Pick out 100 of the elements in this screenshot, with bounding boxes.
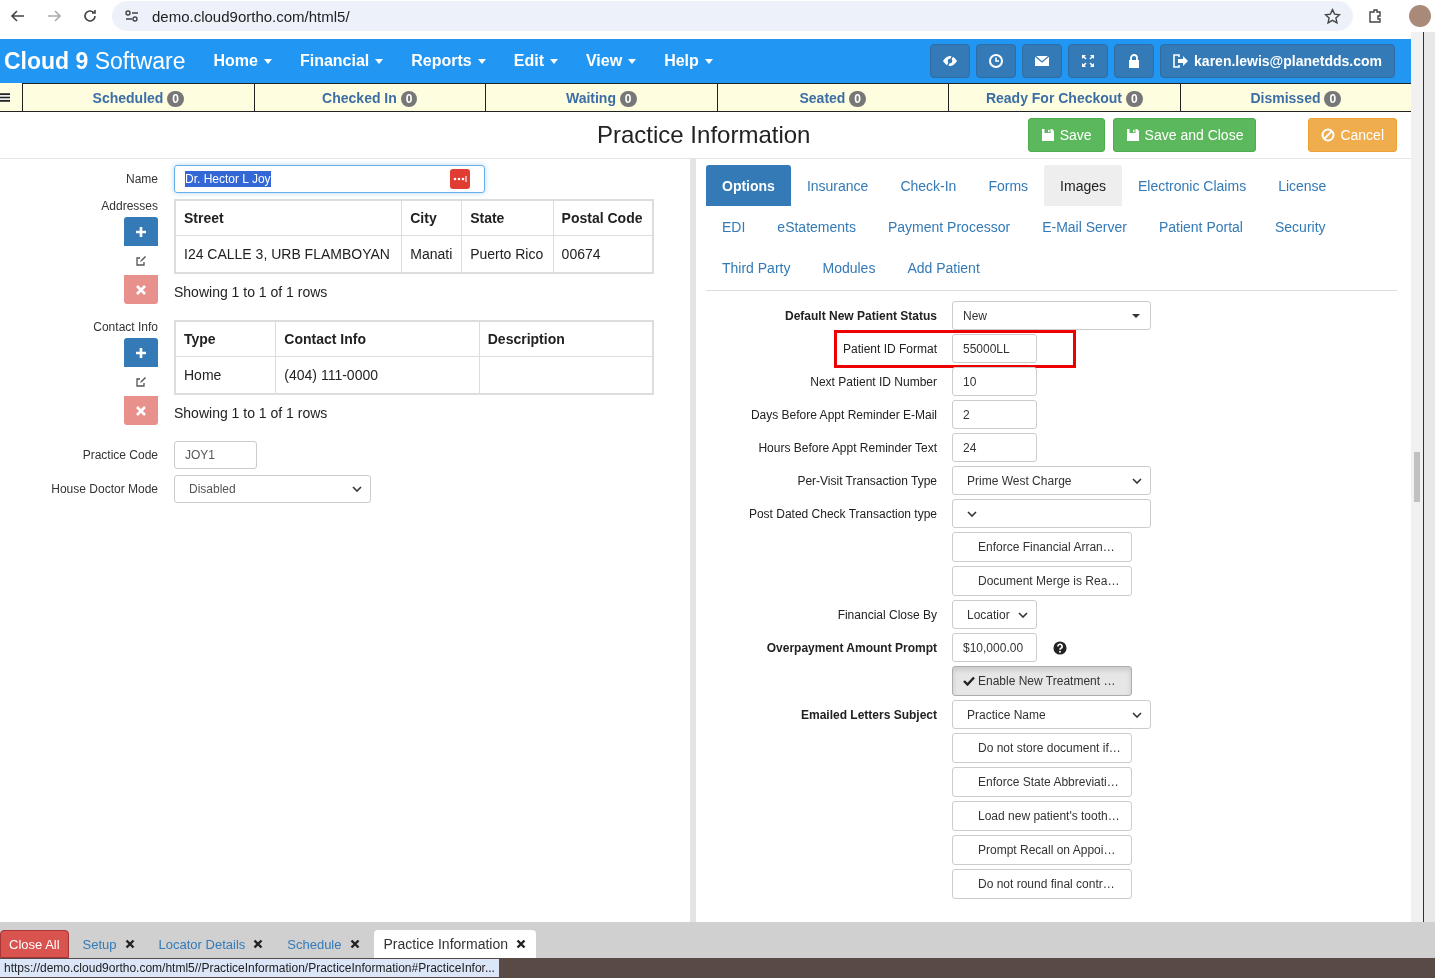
document-tab[interactable]: Locator Details [148, 930, 274, 958]
input-field[interactable]: $10,000.00 [952, 633, 1037, 662]
settings-tab[interactable]: Electronic Claims [1122, 165, 1263, 206]
settings-tab[interactable]: Forms [972, 165, 1045, 206]
menu-item[interactable]: View [572, 52, 651, 70]
field-label: Emailed Letters Subject [800, 707, 937, 722]
menu-icon[interactable] [0, 92, 10, 102]
status-dropdown[interactable]: New [952, 301, 1151, 330]
scrollbar[interactable] [1411, 32, 1423, 922]
house-doctor-mode-select[interactable]: Disabled [174, 475, 371, 503]
select-field[interactable] [952, 499, 1151, 528]
select-field[interactable]: Locatior [952, 600, 1037, 629]
field-label: Name [125, 172, 158, 186]
close-icon[interactable] [124, 939, 135, 949]
menu-item[interactable]: Financial [285, 52, 398, 70]
column-header[interactable]: Type [175, 321, 276, 357]
select-field[interactable]: Prime West Charge [952, 466, 1151, 495]
expand-icon[interactable] [1068, 44, 1109, 78]
settings-tab[interactable]: Insurance [790, 165, 885, 206]
ban-icon [1321, 128, 1336, 142]
toggle-button[interactable]: Enforce State Abbreviati… [952, 767, 1132, 797]
bookmark-star-icon[interactable] [1324, 7, 1341, 25]
status-tab[interactable]: Checked In 0 [253, 83, 485, 111]
scrollbar[interactable] [690, 159, 696, 922]
input-field[interactable]: 24 [952, 433, 1037, 462]
settings-tab[interactable]: Modules [806, 247, 892, 288]
password-manager-icon[interactable] [450, 169, 470, 189]
status-tab[interactable]: Waiting 0 [485, 83, 717, 111]
toggle-button[interactable]: Do not store document if… [952, 733, 1132, 763]
eye-slash-icon[interactable] [930, 44, 971, 78]
settings-tab[interactable]: License [1262, 165, 1343, 206]
column-header[interactable]: Contact Info [275, 321, 480, 357]
toggle-button[interactable]: Do not round final contr… [952, 869, 1132, 899]
close-icon[interactable] [349, 939, 360, 949]
settings-tab[interactable]: Check-In [884, 165, 973, 206]
help-icon[interactable] [1053, 640, 1067, 655]
caret-icon [704, 58, 713, 64]
menu-item[interactable]: Help [650, 52, 727, 70]
column-header[interactable]: Street [175, 200, 402, 236]
mail-icon[interactable] [1022, 44, 1063, 78]
toggle-button[interactable]: Load new patient's tooth… [952, 801, 1132, 831]
site-settings-icon[interactable] [124, 8, 140, 24]
close-icon[interactable] [253, 939, 264, 949]
toggle-button[interactable]: Document Merge is Rea… [952, 566, 1132, 596]
address-bar[interactable]: demo.cloud9ortho.com/html5/ [112, 1, 1353, 31]
plus-icon [135, 346, 147, 359]
input-field[interactable]: 55000LL [952, 334, 1037, 363]
settings-tab[interactable]: Patient Portal [1142, 206, 1259, 247]
close-icon[interactable] [516, 939, 526, 949]
toggle-button[interactable]: Enforce Financial Arran… [952, 532, 1132, 562]
input-field[interactable]: 2 [952, 400, 1037, 429]
caret-icon [477, 58, 486, 64]
field-label: Addresses [101, 199, 158, 213]
reload-icon[interactable] [82, 8, 98, 24]
status-tab[interactable]: Scheduled 0 [22, 83, 254, 111]
chevron-down-icon [1132, 477, 1142, 484]
lock-icon[interactable] [1114, 44, 1155, 78]
document-tab[interactable]: Setup [72, 930, 145, 958]
user-button[interactable]: karen.lewis@planetdds.com [1160, 44, 1395, 78]
close-icon [135, 404, 147, 417]
settings-tab[interactable]: EDI [706, 206, 762, 247]
document-tab[interactable]: Practice Information [373, 930, 536, 958]
menu-item[interactable]: Edit [499, 52, 572, 70]
add-button[interactable] [124, 338, 158, 367]
document-tab[interactable]: Schedule [277, 930, 370, 958]
settings-tab[interactable]: E-Mail Server [1026, 206, 1143, 247]
name-field[interactable]: Dr. Hector L Joy [174, 165, 485, 193]
toggle-button[interactable]: Prompt Recall on Appoi… [952, 835, 1132, 865]
status-tab[interactable]: Seated 0 [716, 83, 948, 111]
close-all-button[interactable]: Close All [0, 930, 69, 958]
status-tab[interactable]: Dismissed 0 [1179, 83, 1411, 111]
add-button[interactable] [124, 217, 158, 246]
settings-tab[interactable]: Third Party [706, 247, 807, 288]
settings-tab[interactable]: eStatements [761, 206, 872, 247]
column-header[interactable]: State [461, 200, 554, 236]
pagination-info: Showing 1 to 1 of 1 rows [174, 405, 329, 421]
menu-item[interactable]: Reports [397, 52, 500, 70]
settings-tab[interactable]: Images [1044, 165, 1122, 206]
settings-tab[interactable]: Security [1259, 206, 1342, 247]
chevron-down-icon [1018, 611, 1028, 618]
link-preview-url: https://demo.cloud9ortho.com/html5//PracticeInformation/PracticeInformation#PracticeInfor... [0, 959, 499, 977]
settings-tab[interactable]: Payment Processor [871, 206, 1027, 247]
status-tab[interactable]: Ready For Checkout 0 [948, 83, 1180, 111]
toggle-button[interactable]: Enable New Treatment … [952, 666, 1132, 696]
back-arrow-icon[interactable] [10, 8, 26, 24]
column-header[interactable]: City [401, 200, 462, 236]
profile-avatar[interactable] [1409, 5, 1431, 27]
practice-code-field[interactable]: JOY1 [174, 441, 257, 469]
select-field[interactable]: Practice Name [952, 700, 1151, 729]
field-label: Contact Info [93, 320, 158, 334]
extensions-icon[interactable] [1367, 8, 1383, 24]
field-label: Default New Patient Status [784, 308, 937, 323]
input-field[interactable]: 10 [952, 367, 1037, 396]
settings-tab[interactable]: Options [706, 165, 791, 206]
settings-tab[interactable]: Add Patient [891, 247, 996, 288]
clock-icon[interactable] [976, 44, 1017, 78]
caret-icon [263, 58, 272, 64]
menu-item[interactable]: Home [199, 52, 286, 70]
brand-logo[interactable]: Cloud 9 Software [0, 47, 200, 75]
chevron-down-icon [967, 510, 977, 517]
